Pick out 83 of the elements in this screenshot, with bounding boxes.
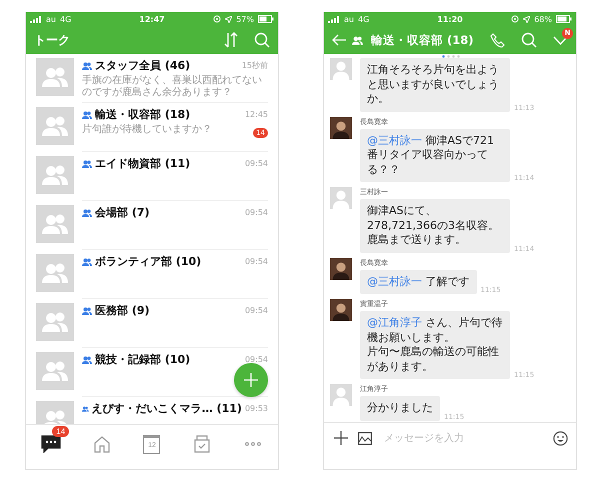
- search-icon[interactable]: [254, 32, 270, 48]
- group-icon: [82, 306, 92, 314]
- back-arrow-icon[interactable]: [332, 34, 346, 46]
- unread-badge: 14: [52, 426, 70, 437]
- signal-icon: [30, 16, 42, 22]
- group-icon: [352, 36, 363, 44]
- carrier-label: au: [344, 14, 354, 24]
- group-avatar-icon: [36, 156, 74, 194]
- chat-list-item[interactable]: スタッフ全員 (46) 15秒前 手旗の在庫がなく、喜巣以西配れてないのですが鹿島さん余分あります？: [26, 54, 278, 103]
- sort-icon[interactable]: [224, 32, 238, 48]
- message-text: 江角そろそろ片句を出ようと思いますが良いでしょうか。: [367, 63, 500, 106]
- chat-list-item[interactable]: 会場部 (7) 09:54: [26, 201, 278, 250]
- network-label: 4G: [60, 14, 72, 24]
- status-time: 11:20: [437, 14, 463, 24]
- page-indicator-icon: [442, 55, 460, 58]
- group-name: 医務部 (9): [95, 303, 150, 318]
- group-avatar-icon: [36, 107, 74, 145]
- message-time: 09:53: [244, 404, 268, 413]
- message-preview: 片句誰が待機していますか？: [82, 124, 213, 136]
- group-name: エイド物資部 (11): [95, 156, 190, 171]
- alarm-icon: [213, 15, 222, 23]
- group-icon: [82, 404, 89, 412]
- network-label: 4G: [358, 14, 370, 24]
- group-avatar-icon: [36, 58, 74, 96]
- signal-icon: [328, 16, 340, 22]
- group-name: 競技・記録部 (10): [95, 352, 190, 367]
- group-name: スタッフ全員 (46): [95, 58, 190, 73]
- group-icon: [82, 356, 92, 364]
- group-avatar-icon: [36, 205, 74, 243]
- image-icon[interactable]: [358, 432, 372, 444]
- battery-percent: 57%: [236, 14, 254, 24]
- group-avatar-icon: [36, 303, 74, 341]
- group-icon: [82, 258, 92, 266]
- chat-list-item[interactable]: ボランティア部 (10) 09:54: [26, 250, 278, 299]
- message-text: @三村詠一 御津ASで721番リタイア収容向かってる？？: [367, 134, 495, 177]
- chat-icon: [41, 435, 62, 453]
- message-time: 15秒前: [242, 60, 268, 71]
- tab-bar-item[interactable]: 14: [31, 429, 72, 459]
- battery-icon: [258, 15, 274, 23]
- emoji-icon[interactable]: [553, 430, 568, 446]
- phone-icon[interactable]: [490, 32, 505, 48]
- group-name: ボランティア部 (10): [95, 254, 202, 269]
- alarm-icon: [511, 15, 520, 23]
- group-avatar-icon: [36, 254, 74, 292]
- message-time: 12:45: [244, 110, 268, 119]
- group-avatar-icon: [36, 352, 74, 390]
- location-icon: [523, 16, 530, 22]
- chevron-down-icon[interactable]: [553, 36, 568, 44]
- battery-icon: [556, 15, 572, 23]
- screen-title: トーク: [34, 32, 70, 48]
- message-time: 09:54: [244, 208, 268, 217]
- message-text: 御津ASにて、278,721,366の3名収容。鹿島まで送ります。: [367, 204, 500, 248]
- group-name: 会場部 (7): [95, 205, 150, 220]
- message-text: 片句〜鹿島の輸送の可能性があります。: [367, 345, 500, 374]
- group-icon: [82, 208, 92, 216]
- chat-list-item[interactable]: エイド物資部 (11) 09:54: [26, 152, 278, 201]
- home-icon: [92, 435, 111, 453]
- group-name: 輸送・収容部 (18): [95, 107, 190, 122]
- plus-icon: [243, 372, 259, 388]
- message-time: 09:54: [244, 355, 268, 364]
- chat-title: 輸送・収容部 (18): [371, 32, 474, 48]
- group-name: えびす・だいこくマラ… (11): [92, 401, 242, 416]
- search-icon[interactable]: [521, 32, 537, 48]
- message-text: @三村詠一 了解です: [367, 274, 470, 289]
- message-text: 分かりました: [367, 401, 433, 416]
- plus-icon[interactable]: [334, 431, 348, 445]
- status-time: 12:47: [139, 14, 165, 24]
- group-icon: [82, 160, 92, 168]
- battery-percent: 68%: [534, 14, 552, 24]
- more-icon: [244, 442, 261, 446]
- message-text: @江角淳子 さん、片句で待機お願いします。: [367, 316, 503, 345]
- message-time: 09:54: [244, 306, 268, 315]
- carrier-label: au: [46, 14, 56, 24]
- chat-list-item[interactable]: 医務部 (9) 09:54: [26, 299, 278, 348]
- message-time: 09:54: [244, 159, 268, 168]
- checklist-icon: [193, 435, 212, 453]
- location-icon: [225, 16, 232, 22]
- group-icon: [82, 110, 92, 118]
- message-preview: 手旗の在庫がなく、喜巣以西配れてないのですが鹿島さん余分あります？: [82, 75, 263, 99]
- message-input[interactable]: メッセージを入力: [382, 432, 543, 444]
- add-button[interactable]: [234, 363, 268, 397]
- message-time: 09:54: [244, 257, 268, 266]
- group-icon: [82, 62, 92, 70]
